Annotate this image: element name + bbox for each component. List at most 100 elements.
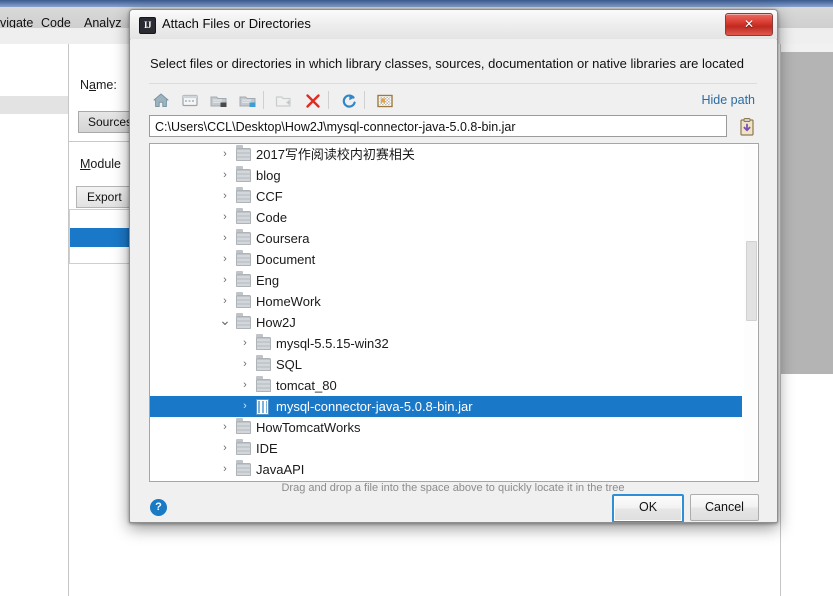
tree-row[interactable]: ⌄ How2J: [150, 312, 742, 333]
tree-row[interactable]: › SQL: [150, 354, 742, 375]
tree-row[interactable]: › mysql-5.5.15-win32: [150, 333, 742, 354]
tree-scrollbar[interactable]: [744, 145, 757, 480]
ok-button[interactable]: OK: [612, 494, 684, 522]
tree-row-label: CCF: [256, 189, 283, 204]
dialog-title-bar[interactable]: IJ Attach Files or Directories ✕: [130, 10, 777, 40]
tree-row-label: mysql-5.5.15-win32: [276, 336, 389, 351]
tree-row-label: SQL: [276, 357, 303, 372]
tree-row-label: 2017写作阅读校内初赛相关: [256, 147, 415, 162]
chevron-right-icon[interactable]: ›: [238, 354, 252, 375]
chevron-right-icon[interactable]: ›: [218, 417, 232, 438]
chevron-right-icon[interactable]: ›: [238, 333, 252, 354]
cancel-button[interactable]: Cancel: [690, 494, 759, 521]
tree-row[interactable]: › mysql-connector-java-5.0.8-bin.jar: [150, 396, 742, 417]
directory-tree[interactable]: › 2017写作阅读校内初赛相关 › blog › CCF › Code › Coursera › D…: [149, 143, 759, 482]
desktop-icon[interactable]: [178, 89, 202, 112]
home-icon[interactable]: [149, 89, 173, 112]
right-splitter[interactable]: [780, 44, 781, 596]
chevron-down-icon[interactable]: ⌄: [218, 312, 232, 328]
tree-row-label: mysql-connector-java-5.0.8-bin.jar: [276, 399, 473, 414]
settings-left-list-selected-row[interactable]: [0, 96, 68, 114]
attach-files-dialog[interactable]: IJ Attach Files or Directories ✕ Select …: [129, 9, 778, 523]
settings-left-list[interactable]: [0, 44, 68, 596]
delete-icon[interactable]: [301, 89, 325, 112]
folder-icon: [236, 271, 251, 287]
tree-row[interactable]: › HomeWork: [150, 291, 742, 312]
tree-scrollbar-thumb[interactable]: [746, 241, 757, 321]
tree-row[interactable]: › blog: [150, 165, 742, 186]
toolbar-separator-2: [328, 91, 329, 109]
help-button[interactable]: ?: [150, 499, 167, 516]
chevron-right-icon[interactable]: ›: [218, 165, 232, 186]
tree-row[interactable]: › Document: [150, 249, 742, 270]
chevron-right-icon[interactable]: ›: [218, 270, 232, 291]
tree-rows[interactable]: › 2017写作阅读校内初赛相关 › blog › CCF › Code › Coursera › D…: [150, 144, 742, 480]
dialog-body: Select files or directories in which lib…: [131, 39, 776, 522]
tree-row-label: blog: [256, 168, 281, 183]
tree-row-label: How2J: [256, 315, 296, 330]
intellij-idea-icon: IJ: [139, 17, 156, 34]
chevron-right-icon[interactable]: ›: [218, 207, 232, 228]
tree-row[interactable]: › Code: [150, 207, 742, 228]
chevron-right-icon[interactable]: ›: [218, 144, 232, 165]
folder-icon: [256, 376, 271, 392]
folder-icon: [236, 229, 251, 245]
tree-row[interactable]: › JavaAPI: [150, 459, 742, 480]
module-label: Module: [80, 157, 122, 171]
paste-icon[interactable]: [737, 116, 757, 137]
instruction-divider: [149, 83, 757, 84]
tree-row-label: JavaAPI: [256, 462, 305, 477]
file-chooser-toolbar[interactable]: Hide path: [149, 87, 757, 114]
tab-sources[interactable]: Sources: [78, 111, 132, 133]
tree-row[interactable]: › tomcat_80: [150, 375, 742, 396]
tree-row-label: Coursera: [256, 231, 310, 246]
tree-row[interactable]: › Coursera: [150, 228, 742, 249]
tree-row-label: Code: [256, 210, 288, 225]
tree-row[interactable]: › 2017写作阅读校内初赛相关: [150, 144, 742, 165]
settings-splitter[interactable]: [68, 44, 69, 596]
tree-row-label: IDE: [256, 441, 278, 456]
show-hidden-files-icon[interactable]: [373, 89, 397, 112]
chevron-right-icon[interactable]: ›: [218, 186, 232, 207]
column-header-export[interactable]: Export: [76, 186, 130, 208]
tree-row-label: HomeWork: [256, 294, 321, 309]
tree-row[interactable]: › Eng: [150, 270, 742, 291]
hide-path-link[interactable]: Hide path: [701, 93, 755, 107]
toolbar-separator-1: [263, 91, 264, 109]
chevron-right-icon[interactable]: ›: [218, 438, 232, 459]
close-icon[interactable]: ✕: [725, 13, 773, 36]
drag-drop-hint: Drag and drop a file into the space abov…: [281, 482, 625, 494]
folder-icon: [236, 292, 251, 308]
chevron-right-icon[interactable]: ›: [218, 291, 232, 312]
tree-row[interactable]: › IDE: [150, 438, 742, 459]
path-input[interactable]: C:\Users\CCL\Desktop\How2J\mysql-connect…: [149, 115, 727, 137]
chevron-right-icon[interactable]: ›: [218, 459, 232, 480]
chevron-right-icon[interactable]: ›: [218, 249, 232, 270]
project-folder-icon[interactable]: [207, 89, 231, 112]
module-folder-icon[interactable]: [236, 89, 260, 112]
folder-icon: [236, 187, 251, 203]
tree-row[interactable]: › CCF: [150, 186, 742, 207]
chevron-right-icon[interactable]: ›: [218, 228, 232, 249]
path-row: C:\Users\CCL\Desktop\How2J\mysql-connect…: [149, 115, 757, 139]
folder-icon: [236, 418, 251, 434]
folder-icon: [236, 166, 251, 182]
dialog-instruction: Select files or directories in which lib…: [150, 56, 744, 71]
panel-divider-1: [69, 141, 129, 142]
chevron-right-icon[interactable]: ›: [238, 396, 252, 417]
jar-file-icon: [256, 399, 269, 415]
new-folder-icon[interactable]: [272, 89, 296, 112]
right-panel-top: [781, 44, 833, 52]
tree-row[interactable]: › HowTomcatWorks: [150, 417, 742, 438]
tree-row-label: Document: [256, 252, 316, 267]
module-table-selected-row[interactable]: [70, 228, 129, 247]
tree-row-label: tomcat_80: [276, 378, 337, 393]
refresh-icon[interactable]: [337, 89, 361, 112]
folder-icon: [236, 313, 251, 329]
folder-icon: [256, 334, 271, 350]
right-tool-panel[interactable]: [781, 52, 833, 374]
ide-title-strip: [0, 0, 833, 7]
folder-icon: [256, 355, 271, 371]
folder-icon: [236, 250, 251, 266]
chevron-right-icon[interactable]: ›: [238, 375, 252, 396]
